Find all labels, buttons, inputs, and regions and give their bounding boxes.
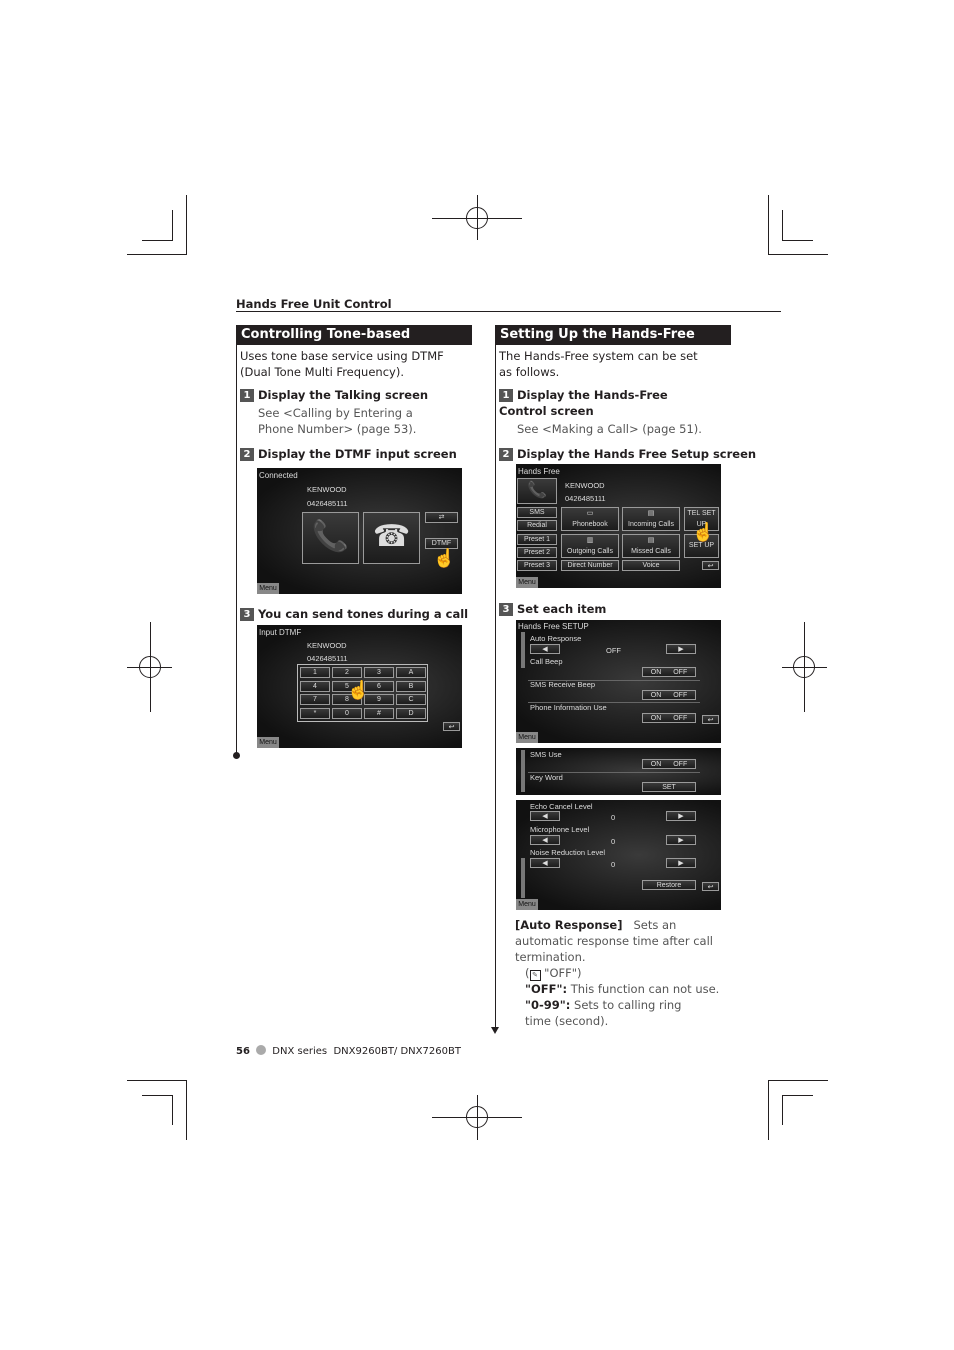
missed-calls-button[interactable]: ▤ Missed Calls [622,534,680,558]
phonebook-button[interactable]: ▭ Phonebook [561,507,619,531]
left-step-3: 3 You can send tones during a call [240,606,468,622]
incoming-calls-button[interactable]: ▤ Incoming Calls [622,507,680,531]
voice-button[interactable]: Voice [622,560,680,571]
setup-screen-2: SMS Use ON OFF Key Word SET [516,748,721,795]
hand-pointer-icon: ☝ [692,522,715,542]
page-number: 56 [236,1046,250,1057]
missed-icon: ▤ [647,537,655,544]
dtmf-key-B[interactable]: B [396,680,426,692]
restore-button[interactable]: Restore [642,880,696,890]
hand-pointer-icon: ☝ [433,548,456,568]
noise-increase-button[interactable]: ▶ [666,858,696,868]
dtmf-key-3[interactable]: 3 [364,667,394,678]
status-icons [622,467,718,477]
echo-increase-button[interactable]: ▶ [666,811,696,821]
bullet-icon [256,1045,267,1055]
book-icon: ▭ [586,510,594,517]
menu-button[interactable]: Menu [516,899,538,910]
footer: 56 DNX series DNX9260BT/ DNX7260BT [236,1045,461,1057]
menu-button[interactable]: Menu [516,577,538,588]
right-section-title: Setting Up the Hands-Free Phone [495,325,731,362]
hangup-icon: ☎ [372,520,411,553]
back-button[interactable]: ↩ [443,722,460,731]
dtmf-key-#[interactable]: # [364,707,394,719]
right-step-1: 1 Display the Hands-Free Control screen [499,388,668,418]
header-rule [236,311,781,312]
back-button[interactable]: ↩ [702,882,719,891]
left-step-1: 1 Display the Talking screen [240,387,428,403]
hands-free-screen: Hands Free 📞 KENWOOD 0426485111 SMS Redi… [516,464,721,588]
status-icons [363,628,459,638]
dtmf-key-7[interactable]: 7 [300,694,330,705]
right-step-1-note: See <Making a Call> (page 51). [517,422,702,436]
auto-response-decrease-button[interactable]: ◀ [530,644,560,654]
scrollbar[interactable] [521,858,525,898]
scrollbar[interactable] [521,750,525,792]
dtmf-key-C[interactable]: C [396,694,426,705]
dtmf-screen: Input DTMF KENWOOD 0426485111 123A456B78… [257,625,462,748]
auto-response-increase-button[interactable]: ▶ [666,644,696,654]
dtmf-key-2[interactable]: 2 [332,667,362,678]
hands-free-call-button[interactable]: 📞 [517,478,557,504]
preset-3-button[interactable]: Preset 3 [517,560,557,571]
hand-pointer-icon: ☝ [347,680,370,700]
dtmf-key-1[interactable]: 1 [300,667,330,678]
call-beep-toggle[interactable]: ON OFF [642,667,696,677]
status-icons [622,623,718,633]
menu-button[interactable]: Menu [516,732,538,743]
setup-screen: Hands Free SETUP Auto Response ◀ OFF ▶ C… [516,620,721,743]
phone-handset-icon: 📞 [311,520,350,553]
sms-button[interactable]: SMS [517,507,557,518]
default-setting-icon: ✎ [529,970,541,981]
phone-info-toggle[interactable]: ON OFF [642,713,696,723]
auto-response-description: [Auto Response] Sets an automatic respon… [515,918,720,1028]
preset-2-button[interactable]: Preset 2 [517,547,557,558]
sms-beep-toggle[interactable]: ON OFF [642,690,696,700]
echo-decrease-button[interactable]: ◀ [530,811,560,821]
mic-increase-button[interactable]: ▶ [666,835,696,845]
key-word-set-button[interactable]: SET [642,782,696,792]
direct-number-button[interactable]: Direct Number [561,560,619,571]
incoming-icon: ▤ [647,510,655,517]
right-step-2: 2 Display the Hands Free Setup screen [499,446,756,462]
left-step-2: 2 Display the DTMF input screen [240,446,457,462]
left-section-title: Controlling Tone-based Services [236,325,472,362]
menu-button[interactable]: Menu [257,583,279,594]
talking-screen: Connected KENWOOD 0426485111 📞 ☎ ⇄ DTMF … [257,468,462,594]
dtmf-key-D[interactable]: D [396,707,426,719]
mic-decrease-button[interactable]: ◀ [530,835,560,845]
answer-button[interactable]: 📞 [302,512,359,564]
back-button[interactable]: ↩ [702,715,719,724]
hangup-button[interactable]: ☎ [363,512,420,564]
right-intro: The Hands-Free system can be set as foll… [499,349,698,379]
left-intro: Uses tone base service using DTMF (Dual … [240,349,444,379]
noise-decrease-button[interactable]: ◀ [530,858,560,868]
dtmf-key-4[interactable]: 4 [300,680,330,692]
manual-page: Hands Free Unit Control Controlling Tone… [0,0,954,1350]
right-step-3: 3 Set each item [499,601,606,617]
back-button[interactable]: ↩ [702,561,719,570]
section-header: Hands Free Unit Control [236,297,392,311]
dtmf-key-0[interactable]: 0 [332,707,362,719]
dtmf-key-A[interactable]: A [396,667,426,678]
status-icons [363,471,459,481]
outgoing-calls-button[interactable]: ▥ Outgoing Calls [561,534,619,558]
preset-1-button[interactable]: Preset 1 [517,534,557,545]
setup-screen-3: Echo Cancel Level ◀ 0 ▶ Microphone Level… [516,800,721,910]
dtmf-key-*[interactable]: * [300,707,330,719]
scrollbar[interactable] [521,632,525,668]
redial-button[interactable]: Redial [517,520,557,531]
outgoing-icon: ▥ [586,537,594,544]
sms-use-toggle[interactable]: ON OFF [642,759,696,769]
audio-switch-button[interactable]: ⇄ [425,512,458,523]
menu-button[interactable]: Menu [257,737,279,748]
left-step-1-note: See <Calling by Entering a Phone Number>… [258,406,417,436]
